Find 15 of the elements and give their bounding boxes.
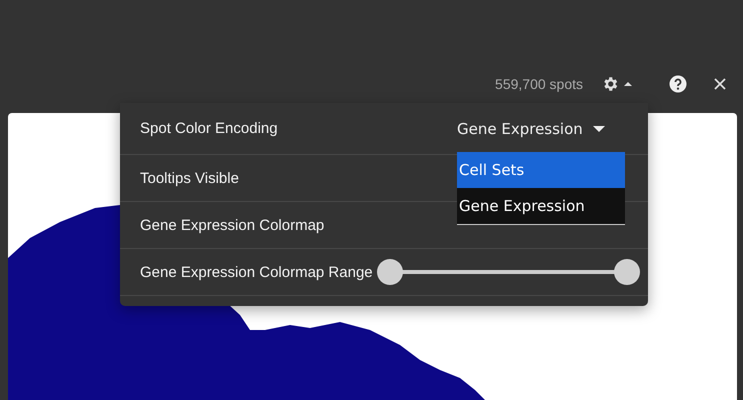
setting-label: Gene Expression Colormap Range (140, 264, 373, 280)
setting-label: Gene Expression Colormap (140, 216, 326, 234)
range-slider[interactable] (376, 259, 640, 285)
caret-icon (623, 80, 633, 88)
setting-label: Tooltips Visible (140, 170, 240, 186)
dropdown-option[interactable]: Gene Expression (457, 188, 625, 224)
caret-icon (592, 124, 605, 132)
close-icon[interactable] (713, 77, 727, 91)
help-icon[interactable] (669, 75, 687, 93)
setting-label: Spot Color Encoding (140, 120, 279, 137)
select-dropdown[interactable]: Gene Expression (457, 120, 605, 138)
spot-count: 559,700 spots (495, 76, 583, 92)
slider-thumb[interactable] (614, 259, 640, 285)
dropdown-option[interactable]: Cell Sets (457, 152, 625, 188)
slider-thumb[interactable] (376, 259, 403, 285)
